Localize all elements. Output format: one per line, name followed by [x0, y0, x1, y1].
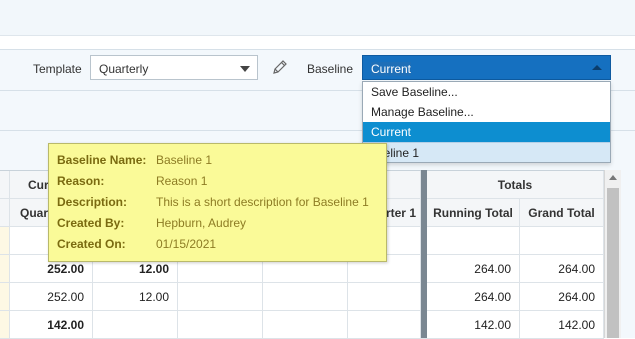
template-select-value: Quarterly — [99, 62, 149, 76]
menu-item-manage-baseline[interactable]: Manage Baseline... — [363, 102, 610, 122]
table-row: 252.00 12.00 264.00 264.00 — [0, 283, 604, 311]
table-row: 142.00 142.00 142.00 — [0, 311, 604, 339]
table-cell[interactable] — [178, 311, 263, 338]
chevron-down-icon — [240, 66, 250, 72]
tooltip-key: Description: — [57, 195, 128, 209]
tooltip-value: Reason 1 — [156, 174, 208, 188]
baseline-select[interactable]: Current — [362, 55, 611, 80]
tooltip-value: Baseline 1 — [156, 153, 213, 167]
tooltip-value: 01/15/2021 — [156, 237, 217, 251]
tooltip-value: Hepburn, Audrey — [156, 216, 247, 230]
baseline-tooltip: Baseline Name: Baseline 1 Reason: Reason… — [48, 143, 387, 262]
menu-item-save-baseline[interactable]: Save Baseline... — [363, 82, 610, 102]
table-cell[interactable] — [93, 311, 178, 338]
vertical-scrollbar[interactable] — [604, 170, 621, 338]
column-header-running-total[interactable]: Running Total — [427, 199, 520, 226]
table-cell[interactable] — [348, 283, 421, 310]
tooltip-key: Created By: — [57, 216, 125, 230]
group-header-totals: Totals — [427, 171, 604, 198]
tooltip-key: Created On: — [57, 237, 126, 251]
table-cell[interactable]: 142.00 — [520, 311, 604, 338]
top-band — [0, 0, 635, 36]
tooltip-value: This is a short description for Baseline… — [156, 195, 369, 209]
template-label: Template — [33, 62, 82, 76]
baseline-label: Baseline — [307, 62, 354, 76]
template-select[interactable]: Quarterly — [90, 55, 258, 80]
table-cell[interactable]: 264.00 — [520, 255, 604, 282]
scroll-up-arrow-icon[interactable] — [609, 175, 617, 180]
menu-item-current[interactable]: Current — [363, 122, 610, 142]
table-cell[interactable] — [178, 283, 263, 310]
baseline-select-value: Current — [371, 62, 412, 76]
frozen-column-splitter[interactable] — [421, 170, 427, 338]
table-cell[interactable] — [520, 227, 604, 254]
table-cell[interactable]: 264.00 — [520, 283, 604, 310]
table-cell[interactable]: 264.00 — [427, 283, 520, 310]
tooltip-key: Baseline Name: — [57, 153, 147, 167]
pencil-icon[interactable] — [271, 58, 289, 76]
top-gap — [0, 37, 635, 49]
table-cell[interactable] — [348, 311, 421, 338]
table-cell[interactable] — [263, 283, 348, 310]
table-cell[interactable]: 142.00 — [10, 311, 93, 338]
tooltip-key: Reason: — [57, 174, 105, 188]
table-cell[interactable]: 264.00 — [427, 255, 520, 282]
table-cell[interactable]: 142.00 — [427, 311, 520, 338]
table-cell[interactable]: 252.00 — [10, 283, 93, 310]
chevron-up-icon — [592, 65, 602, 70]
table-cell[interactable]: 12.00 — [93, 283, 178, 310]
menu-item-baseline-1[interactable]: aseline 1 — [363, 142, 610, 162]
column-header-grand-total[interactable]: Grand Total — [520, 199, 604, 226]
table-cell[interactable] — [427, 227, 520, 254]
table-cell[interactable] — [263, 311, 348, 338]
scrollbar-thumb[interactable] — [607, 188, 619, 338]
baseline-dropdown-menu: Save Baseline... Manage Baseline... Curr… — [362, 81, 611, 163]
